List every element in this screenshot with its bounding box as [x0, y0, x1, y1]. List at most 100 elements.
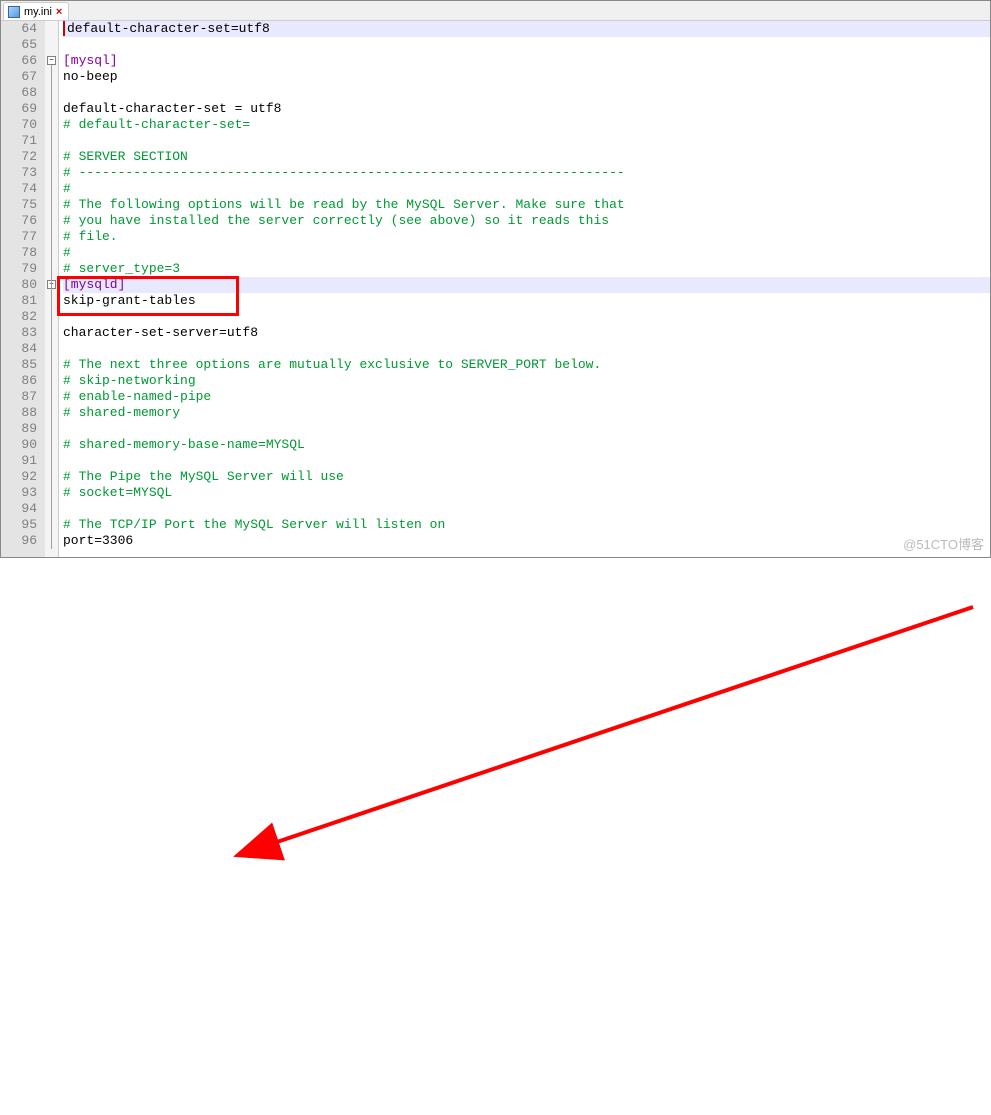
code-token: # shared-memory-base-name=MYSQL — [63, 437, 305, 452]
fold-guide — [51, 65, 52, 549]
line-number: 82 — [1, 309, 45, 325]
file-icon — [8, 6, 20, 18]
code-line[interactable]: no-beep — [63, 69, 990, 85]
code-line[interactable] — [63, 309, 990, 325]
code-line[interactable] — [63, 133, 990, 149]
line-number: 94 — [1, 501, 45, 517]
line-number: 70 — [1, 117, 45, 133]
code-line[interactable]: # The Pipe the MySQL Server will use — [63, 469, 990, 485]
code-token: # The Pipe the MySQL Server will use — [63, 469, 344, 484]
code-token: # file. — [63, 229, 118, 244]
code-token: # skip-networking — [63, 373, 196, 388]
line-number: 65 — [1, 37, 45, 53]
line-number: 80 — [1, 277, 45, 293]
line-number: 83 — [1, 325, 45, 341]
code-area[interactable]: default-character-set=utf8 [mysql]no-beep… — [59, 21, 990, 557]
code-token: # The TCP/IP Port the MySQL Server will … — [63, 517, 445, 532]
code-line[interactable]: # you have installed the server correctl… — [63, 213, 990, 229]
line-number: 86 — [1, 373, 45, 389]
fold-toggle-icon[interactable]: − — [47, 56, 56, 65]
line-number: 88 — [1, 405, 45, 421]
line-number: 71 — [1, 133, 45, 149]
line-number: 75 — [1, 197, 45, 213]
line-number: 64 — [1, 21, 45, 37]
code-line[interactable]: default-character-set=utf8 — [63, 21, 990, 37]
code-line[interactable] — [63, 37, 990, 53]
code-line[interactable]: # socket=MYSQL — [63, 485, 990, 501]
code-token: # — [63, 245, 71, 260]
code-token: # The next three options are mutually ex… — [63, 357, 601, 372]
code-line[interactable]: [mysqld] — [63, 277, 990, 293]
editor[interactable]: 6465666768697071727374757677787980818283… — [1, 21, 990, 557]
file-tab[interactable]: my.ini × — [3, 2, 69, 20]
line-number-gutter: 6465666768697071727374757677787980818283… — [1, 21, 45, 557]
code-token: # socket=MYSQL — [63, 485, 172, 500]
code-token: default-character-set = utf8 — [63, 101, 281, 116]
code-token: # shared-memory — [63, 405, 180, 420]
code-line[interactable]: # enable-named-pipe — [63, 389, 990, 405]
code-line[interactable] — [63, 421, 990, 437]
line-number: 91 — [1, 453, 45, 469]
code-line[interactable]: # default-character-set= — [63, 117, 990, 133]
code-line[interactable]: [mysql] — [63, 53, 990, 69]
code-line[interactable]: # The following options will be read by … — [63, 197, 990, 213]
line-number: 78 — [1, 245, 45, 261]
code-token: # SERVER SECTION — [63, 149, 188, 164]
code-line[interactable]: default-character-set = utf8 — [63, 101, 990, 117]
close-icon[interactable]: × — [56, 6, 62, 18]
code-token: # default-character-set= — [63, 117, 250, 132]
line-number: 66 — [1, 53, 45, 69]
code-line[interactable]: # — [63, 181, 990, 197]
line-number: 87 — [1, 389, 45, 405]
code-line[interactable]: # The next three options are mutually ex… — [63, 357, 990, 373]
fold-column: −− — [45, 21, 59, 557]
line-number: 84 — [1, 341, 45, 357]
code-token: no-beep — [63, 69, 118, 84]
line-number: 69 — [1, 101, 45, 117]
line-number: 72 — [1, 149, 45, 165]
line-number: 68 — [1, 85, 45, 101]
code-line[interactable]: # --------------------------------------… — [63, 165, 990, 181]
code-line[interactable]: port=3306 — [63, 533, 990, 549]
line-number: 90 — [1, 437, 45, 453]
line-number: 96 — [1, 533, 45, 549]
code-line[interactable]: # server_type=3 — [63, 261, 990, 277]
line-number: 95 — [1, 517, 45, 533]
code-token: skip-grant-tables — [63, 293, 196, 308]
line-number: 85 — [1, 357, 45, 373]
code-token: # enable-named-pipe — [63, 389, 211, 404]
code-line[interactable] — [63, 453, 990, 469]
line-number: 73 — [1, 165, 45, 181]
code-line[interactable] — [63, 85, 990, 101]
code-line[interactable]: # — [63, 245, 990, 261]
code-line[interactable]: # skip-networking — [63, 373, 990, 389]
line-number: 93 — [1, 485, 45, 501]
tab-bar: my.ini × — [1, 1, 990, 21]
code-line[interactable]: # shared-memory — [63, 405, 990, 421]
code-line[interactable]: skip-grant-tables — [63, 293, 990, 309]
line-number: 74 — [1, 181, 45, 197]
line-number: 89 — [1, 421, 45, 437]
line-number: 79 — [1, 261, 45, 277]
code-token: port=3306 — [63, 533, 133, 548]
line-number: 81 — [1, 293, 45, 309]
code-token: default-character-set=utf8 — [63, 21, 270, 36]
line-number: 67 — [1, 69, 45, 85]
code-line[interactable]: character-set-server=utf8 — [63, 325, 990, 341]
code-token: # you have installed the server correctl… — [63, 213, 609, 228]
line-number: 77 — [1, 229, 45, 245]
code-line[interactable]: # The TCP/IP Port the MySQL Server will … — [63, 517, 990, 533]
code-line[interactable]: # file. — [63, 229, 990, 245]
line-number: 92 — [1, 469, 45, 485]
code-line[interactable] — [63, 501, 990, 517]
code-token: # server_type=3 — [63, 261, 180, 276]
tab-filename: my.ini — [24, 6, 52, 18]
code-token: # The following options will be read by … — [63, 197, 625, 212]
code-line[interactable] — [63, 341, 990, 357]
code-line[interactable]: # SERVER SECTION — [63, 149, 990, 165]
code-line[interactable]: # shared-memory-base-name=MYSQL — [63, 437, 990, 453]
code-token: character-set-server=utf8 — [63, 325, 258, 340]
code-token: [mysql] — [63, 53, 118, 68]
code-token: [mysqld] — [63, 277, 125, 292]
code-token: # — [63, 181, 71, 196]
